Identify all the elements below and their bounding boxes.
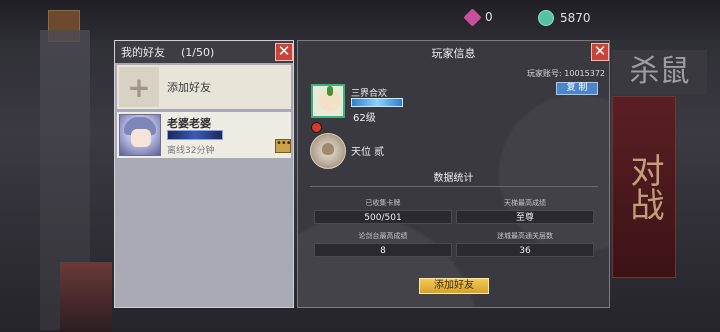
friends-close-button[interactable]: ✕ (275, 43, 293, 61)
friends-count: (1/50) (181, 45, 215, 59)
stat-label: 迷城最高通关层数 (497, 232, 553, 240)
jade-count: 5870 (560, 11, 591, 25)
jade-counter[interactable]: 5870 (538, 10, 591, 26)
stat-value: 8 (314, 243, 452, 257)
stat-label: 已收集卡牌 (365, 199, 401, 207)
rank-emblem-icon (310, 133, 346, 169)
friend-name: 老婆老婆 (167, 117, 211, 130)
ladybug-icon (311, 122, 322, 133)
chat-button[interactable]: ••• (275, 138, 292, 153)
friend-title-badge (167, 130, 223, 140)
jade-icon (538, 10, 554, 26)
player-title-badge (351, 98, 403, 107)
chat-bubble-icon: ••• (276, 138, 292, 149)
add-friend-button[interactable]: 添加好友 (419, 278, 489, 294)
battle-banner-label: 对战 (624, 153, 664, 221)
gem-count: 0 (485, 10, 493, 24)
player-info-title: 玩家信息 (431, 47, 476, 60)
gem-icon (463, 7, 482, 27)
stat-value: 至尊 (456, 210, 594, 224)
background-character (60, 262, 112, 332)
friends-title: 我的好友 (121, 46, 165, 59)
stat-arena-best: 论剑台最高成绩 8 (314, 231, 452, 257)
friend-list-item[interactable]: 老婆老婆 离线32分钟 ••• (117, 112, 292, 158)
stat-value: 500/501 (314, 210, 452, 224)
player-level: 62级 (353, 113, 376, 124)
add-friend-row[interactable]: + 添加好友 (117, 65, 291, 109)
plus-icon: + (119, 67, 159, 107)
close-icon: ✕ (277, 42, 291, 60)
player-info-close-button[interactable]: ✕ (591, 43, 609, 61)
stat-cards-collected: 已收集卡牌 500/501 (314, 198, 452, 224)
friends-panel: 我的好友 (1/50) ✕ + 添加好友 老婆老婆 离线32分钟 ••• (114, 40, 294, 308)
close-icon: ✕ (593, 42, 607, 60)
friend-status: 离线32分钟 (167, 146, 215, 156)
stats-title: 数据统计 (433, 173, 474, 184)
stat-label: 论剑台最高成绩 (358, 232, 408, 240)
stat-maze-best: 迷城最高通关层数 36 (456, 231, 594, 257)
background-sign: 杀鼠 (612, 50, 707, 94)
friends-header: 我的好友 (1/50) (115, 41, 293, 63)
add-friend-label: 添加好友 (167, 81, 211, 94)
player-avatar (311, 84, 345, 118)
account-number: 10015372 (564, 69, 605, 78)
stat-label: 天梯最高成绩 (504, 199, 546, 207)
stat-value: 36 (456, 243, 594, 257)
gem-counter[interactable]: 0 (463, 7, 493, 27)
copy-button[interactable]: 复 制 (556, 82, 598, 95)
account-id: 玩家账号: 10015372 (527, 68, 605, 79)
stat-ladder-best: 天梯最高成绩 至尊 (456, 198, 594, 224)
rank-text: 天位 贰 (351, 147, 385, 158)
stats-divider (310, 186, 598, 187)
friend-avatar (119, 114, 161, 156)
account-label: 玩家账号: (527, 69, 562, 78)
player-info-panel: 玩家信息 ✕ 玩家账号: 10015372 复 制 三界合欢 62级 天位 贰 … (297, 40, 610, 308)
top-bar-background (0, 0, 720, 40)
battle-banner[interactable]: 对战 (612, 96, 676, 278)
